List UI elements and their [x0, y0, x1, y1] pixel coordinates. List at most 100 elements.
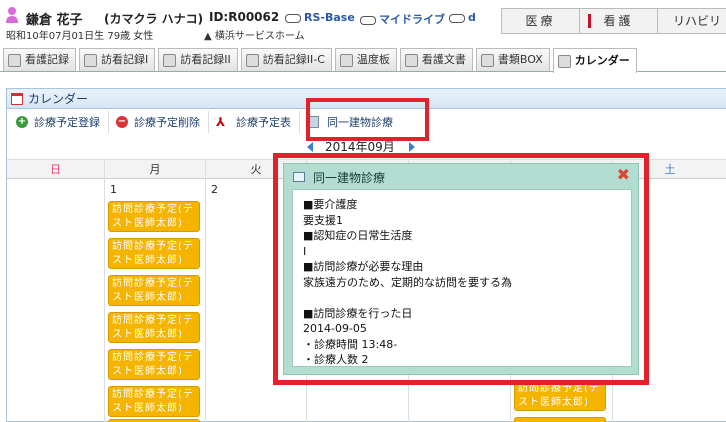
link-rs-base[interactable]: RS-Base [285, 11, 355, 24]
appointment-line: スト医師太郎) [112, 255, 183, 266]
appointment-line: スト医師太郎) [112, 292, 183, 303]
link-d[interactable]: d [449, 11, 476, 24]
tab-document-box[interactable]: 書類BOX [475, 48, 550, 71]
role-tab-rehab[interactable]: リハビリ [658, 9, 726, 33]
button-label: 診療予定削除 [134, 116, 200, 129]
appointment-item[interactable]: 訪問診療予定(テ スト医師太郎) [108, 349, 200, 380]
close-icon[interactable]: ✖ [617, 167, 630, 183]
tab-label: 訪看記録I [101, 53, 149, 66]
popup-line: ■訪問診療が必要な理由 [303, 260, 424, 273]
button-label: 診療予定表 [236, 116, 291, 129]
popup-line [303, 290, 621, 306]
popup-title-label: 同一建物診療 [313, 170, 386, 185]
panel-title-label: カレンダー [28, 91, 89, 106]
link-my-drive[interactable]: マイドライブ [360, 11, 445, 27]
tab-temperature-chart[interactable]: 温度板 [334, 48, 397, 71]
day-number: 1 [110, 183, 117, 196]
highlight-frame-button [306, 98, 429, 141]
appointment-line: スト医師太郎) [518, 397, 589, 408]
role-tab-nursing[interactable]: 看護 [580, 9, 658, 33]
glasses-icon [449, 13, 465, 23]
tab-label: 看護文書 [421, 53, 466, 66]
main-tabs: 看護記録 訪看記録I 訪看記録II 訪看記録II-C 温度板 看護文書 書類BO… [0, 48, 726, 73]
patient-header: 鎌倉 花子 (カマクラ ハナコ) ID:R00062 RS-Base マイドライ… [0, 0, 726, 42]
popup-line: I [303, 244, 307, 258]
appointment-item[interactable]: 訪問診療予定(テ スト医師太郎) [108, 201, 200, 232]
appointment-item[interactable]: 訪問診療予定(テ スト医師太郎) [108, 238, 200, 269]
person-icon [6, 7, 18, 23]
appointment-item[interactable] [514, 417, 606, 422]
link-label: RS-Base [304, 11, 355, 24]
popup-line: 要支援1 [303, 213, 343, 227]
day-cell-sunday[interactable] [7, 179, 105, 422]
facility-label: 横浜サービスホーム [214, 31, 305, 42]
patient-id: ID:R00062 [209, 10, 280, 24]
appointment-line: スト医師太郎) [112, 403, 183, 414]
popup-title: 同一建物診療 [289, 169, 385, 185]
popup-body: ■要介護度 要支援1 ■認知症の日常生活度 I ■訪問診療が必要な理由 家族遠方… [292, 189, 632, 367]
glasses-icon [285, 13, 301, 23]
tab-label: カレンダー [574, 54, 630, 67]
appointment-line: 訪問診療予定(テ [112, 278, 194, 289]
popup-line: ■要介護度 [303, 198, 358, 211]
popup-line: ■訪問診療を行った日 [303, 306, 413, 320]
document-icon [84, 53, 97, 67]
appointment-line: スト医師太郎) [112, 218, 183, 229]
next-month-arrow-icon[interactable] [408, 141, 415, 152]
highlight-frame-popup: 同一建物診療 ✖ ■要介護度 要支援1 ■認知症の日常生活度 I ■訪問診療が必… [273, 153, 649, 385]
tab-visit-record-2c[interactable]: 訪看記録II-C [240, 48, 332, 71]
popup-line: ・診療時間 13:48- [303, 337, 398, 351]
tab-nursing-documents[interactable]: 看護文書 [399, 48, 473, 71]
tab-calendar[interactable]: カレンダー [552, 48, 637, 73]
appointment-line: 訪問診療予定(テ [112, 241, 194, 252]
previous-month-arrow-icon[interactable] [307, 141, 313, 152]
link-label: d [468, 11, 476, 24]
same-building-popup: 同一建物診療 ✖ ■要介護度 要支援1 ■認知症の日常生活度 I ■訪問診療が必… [283, 163, 639, 375]
appointment-line: 訪問診療予定(テ [112, 315, 194, 326]
appointment-line: 訪問診療予定(テ [112, 389, 194, 400]
tab-visit-record-2[interactable]: 訪看記録II [158, 48, 238, 71]
glasses-icon [360, 15, 376, 25]
patient-kana: (カマクラ ハナコ) [104, 12, 204, 26]
calendar-icon [11, 92, 23, 105]
tab-label: 書類BOX [497, 53, 543, 66]
minus-icon: − [116, 116, 128, 128]
day-number: 2 [211, 183, 218, 196]
edit-icon [339, 53, 353, 67]
tab-label: 温度板 [356, 53, 390, 66]
nurse-icon [8, 53, 21, 67]
plus-icon: + [16, 116, 28, 128]
tab-label: 看護記録 [25, 53, 69, 66]
link-label: マイドライブ [379, 13, 445, 26]
appointment-item[interactable]: 訪問診療予定(テ スト医師太郎) [108, 275, 200, 306]
tab-label: 訪看記録II [180, 53, 231, 66]
weekday-monday: 月 [105, 160, 206, 179]
role-tabs: 医療 看護 リハビリ [501, 8, 726, 34]
popup-line: 2014-09-05 [303, 322, 367, 335]
tab-visit-record-1[interactable]: 訪看記録I [79, 48, 156, 71]
delete-schedule-button[interactable]: − 診療予定削除 [113, 111, 209, 133]
tab-nursing-record[interactable]: 看護記録 [3, 48, 76, 71]
appointment-item[interactable]: 訪問診療予定(テ スト医師太郎) [108, 386, 200, 417]
pdf-icon [404, 53, 418, 67]
appointment-item[interactable]: 訪問診療予定(テ スト医師太郎) [108, 312, 200, 343]
edit-icon [245, 53, 259, 67]
facility-name: ▲ 横浜サービスホーム [204, 31, 305, 42]
button-label: 診療予定登録 [34, 116, 100, 129]
day-cell-monday[interactable]: 1 訪問診療予定(テ スト医師太郎) 訪問診療予定(テ スト医師太郎) 訪問診療予定… [105, 179, 206, 422]
role-tab-medical[interactable]: 医療 [502, 9, 580, 33]
popup-line: ■認知症の日常生活度 [303, 229, 413, 242]
popup-line: 家族遠方のため、定期的な訪問を要する為 [303, 275, 512, 289]
patient-name: 鎌倉 花子 [26, 13, 83, 28]
popup-line: ・診療人数 2 [303, 353, 369, 366]
appointment-line: 訪問診療予定(テ [112, 204, 194, 215]
appointment-line: スト医師太郎) [112, 366, 183, 377]
appointment-line: 訪問診療予定(テ [112, 352, 194, 363]
patient-birth-info: 昭和10年07月01日生 79歳 女性 [6, 31, 154, 42]
edit-icon [163, 53, 177, 67]
schedule-table-button[interactable]: ⅄ 診療予定表 [213, 111, 300, 133]
box-icon [480, 53, 494, 67]
window-icon [293, 172, 305, 182]
register-schedule-button[interactable]: + 診療予定登録 [13, 111, 109, 133]
pdf-icon: ⅄ [216, 114, 226, 129]
